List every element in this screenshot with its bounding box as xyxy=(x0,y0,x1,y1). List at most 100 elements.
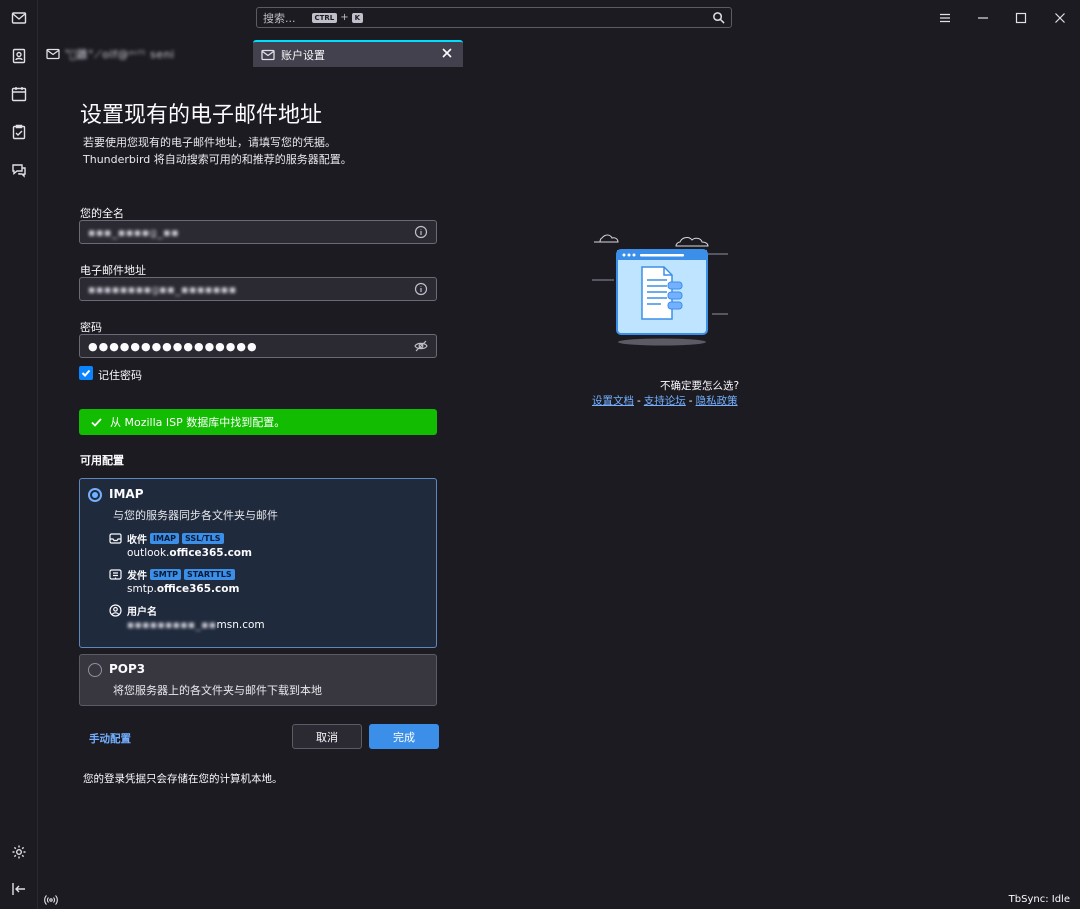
username-value-domain: msn.com xyxy=(216,619,265,631)
tab-mail-label: ʻ̂ﾞ䶆°⟋olf@ᵒᶜᶠᵗ seni xyxy=(66,47,175,61)
close-window-button[interactable] xyxy=(1050,8,1070,28)
fullname-value: ▪▪▪_▪▪▪▪g_▪▪ xyxy=(88,225,180,239)
minimize-button[interactable] xyxy=(973,8,993,28)
incoming-host-domain: office365.com xyxy=(169,547,252,559)
info-icon xyxy=(414,282,428,296)
search-icon[interactable] xyxy=(712,11,725,24)
imap-badge: IMAP xyxy=(150,533,179,544)
mail-space-button[interactable] xyxy=(7,6,31,30)
settings-space-button[interactable] xyxy=(7,840,31,864)
credentials-note: 您的登录凭据只会存储在您的计算机本地。 xyxy=(83,773,283,785)
cancel-button[interactable]: 取消 xyxy=(292,724,362,749)
outgoing-label: 发件 xyxy=(127,571,147,582)
account-setup-illustration xyxy=(592,232,732,352)
tasks-space-button[interactable] xyxy=(7,120,31,144)
user-icon xyxy=(109,604,122,617)
search-placeholder: 搜索... xyxy=(263,11,296,25)
page-title: 设置现有的电子邮件地址 xyxy=(80,103,323,128)
maximize-button[interactable] xyxy=(1011,8,1031,28)
chat-icon xyxy=(12,164,26,178)
spaces-toolbar xyxy=(0,0,38,909)
email-value: ▪▪▪▪▪▪▪▪g▪▪_▪▪▪▪▪▪▪ xyxy=(88,282,237,296)
address-book-icon xyxy=(12,48,26,64)
config-found-notification: 从 Mozilla ISP 数据库中找到配置。 xyxy=(79,409,437,435)
imap-title: IMAP xyxy=(109,487,144,501)
chat-space-button[interactable] xyxy=(7,158,31,182)
pop3-config-option[interactable]: POP3 将您服务器上的各文件夹与邮件下载到本地 xyxy=(79,654,437,706)
collapse-spaces-button[interactable] xyxy=(7,877,31,901)
online-status-icon[interactable] xyxy=(44,894,58,906)
username-label: 用户名 xyxy=(127,607,157,618)
app-menu-button[interactable] xyxy=(935,8,955,28)
help-links: 设置文档 - 支持论坛 - 隐私政策 xyxy=(592,393,738,408)
password-value: ●●●●●●●●●●●●●●●● xyxy=(88,339,258,353)
mail-icon xyxy=(11,12,27,24)
close-tab-button[interactable] xyxy=(441,47,455,61)
close-icon xyxy=(442,48,452,58)
minimize-icon xyxy=(978,17,988,19)
tbsync-status: TbSync: Idle xyxy=(1008,894,1070,905)
mail-icon xyxy=(46,47,60,61)
done-button[interactable]: 完成 xyxy=(369,724,439,749)
starttls-badge: STARTTLS xyxy=(184,569,235,580)
calendar-icon xyxy=(11,87,27,102)
title-bar: 搜索... CTRL + K xyxy=(38,0,1080,36)
outgoing-host-prefix: smtp. xyxy=(127,583,157,595)
help-question-text: 不确定要怎么选? xyxy=(660,380,740,392)
hamburger-menu-icon xyxy=(940,13,950,23)
incoming-host-prefix: outlook. xyxy=(127,547,170,559)
outgoing-server-row: 发件 SMTP STARTTLS xyxy=(109,567,235,582)
help-separator: - xyxy=(637,395,641,407)
pop3-radio[interactable] xyxy=(88,663,102,677)
available-configs-title: 可用配置 xyxy=(80,454,124,467)
tab-account-settings[interactable]: 账户设置 xyxy=(253,40,463,67)
password-field[interactable]: ●●●●●●●●●●●●●●●● xyxy=(79,334,437,358)
help-separator: - xyxy=(688,395,693,407)
smtp-badge: SMTP xyxy=(150,569,182,580)
tab-account-settings-label: 账户设置 xyxy=(281,48,325,62)
incoming-label: 收件 xyxy=(127,535,147,546)
shortcut-plus: + xyxy=(340,12,349,23)
incoming-server-row: 收件 IMAP SSL/TLS xyxy=(109,531,224,546)
username-value: ▪▪▪▪▪▪▪▪▪_▪▪msn.com xyxy=(127,619,265,631)
collapse-left-icon xyxy=(12,883,25,895)
email-field[interactable]: ▪▪▪▪▪▪▪▪g▪▪_▪▪▪▪▪▪▪ xyxy=(79,277,437,301)
shortcut-ctrl-key: CTRL xyxy=(311,12,338,23)
checkmark-icon xyxy=(91,417,102,427)
manual-config-button[interactable]: 手动配置 xyxy=(89,731,131,746)
config-found-message: 从 Mozilla ISP 数据库中找到配置。 xyxy=(110,416,286,429)
info-icon xyxy=(414,225,428,239)
tab-mail[interactable]: ʻ̂ﾞ䶆°⟋olf@ᵒᶜᶠᵗ seni xyxy=(38,40,252,67)
password-label: 密码 xyxy=(80,321,102,334)
username-row: 用户名 xyxy=(109,603,157,618)
imap-radio[interactable] xyxy=(88,488,102,502)
remember-password-checkbox[interactable] xyxy=(79,366,93,380)
support-forum-link[interactable]: 支持论坛 xyxy=(644,395,686,407)
shortcut-k-key: K xyxy=(351,12,364,23)
outgoing-host: smtp.office365.com xyxy=(127,583,239,595)
close-icon xyxy=(1055,13,1065,23)
incoming-host: outlook.office365.com xyxy=(127,547,252,559)
global-search-input[interactable]: 搜索... CTRL + K xyxy=(256,7,732,28)
email-label: 电子邮件地址 xyxy=(80,264,146,277)
account-settings-icon xyxy=(261,48,275,62)
hide-password-icon[interactable] xyxy=(414,339,428,353)
page-subtitle-line1: 若要使用您现有的电子邮件地址，请填写您的凭据。 xyxy=(83,136,336,149)
gear-icon xyxy=(12,845,26,859)
calendar-space-button[interactable] xyxy=(7,82,31,106)
imap-description: 与您的服务器同步各文件夹与邮件 xyxy=(113,509,278,522)
maximize-icon xyxy=(1015,12,1027,24)
outgoing-host-domain: office365.com xyxy=(156,583,240,595)
ssl-tls-badge: SSL/TLS xyxy=(182,533,224,544)
checkmark-icon xyxy=(81,369,91,377)
status-bar: TbSync: Idle xyxy=(38,891,1080,909)
remember-password-label: 记住密码 xyxy=(98,369,142,382)
pop3-title: POP3 xyxy=(109,662,146,676)
address-book-space-button[interactable] xyxy=(7,44,31,68)
setup-docs-link[interactable]: 设置文档 xyxy=(592,395,634,407)
username-value-blurred: ▪▪▪▪▪▪▪▪▪_▪▪ xyxy=(127,619,217,631)
outbox-icon xyxy=(109,568,122,581)
privacy-policy-link[interactable]: 隐私政策 xyxy=(696,395,738,407)
fullname-field[interactable]: ▪▪▪_▪▪▪▪g_▪▪ xyxy=(79,220,437,244)
imap-config-option[interactable]: IMAP 与您的服务器同步各文件夹与邮件 收件 IMAP SSL/TLS out… xyxy=(79,478,437,648)
